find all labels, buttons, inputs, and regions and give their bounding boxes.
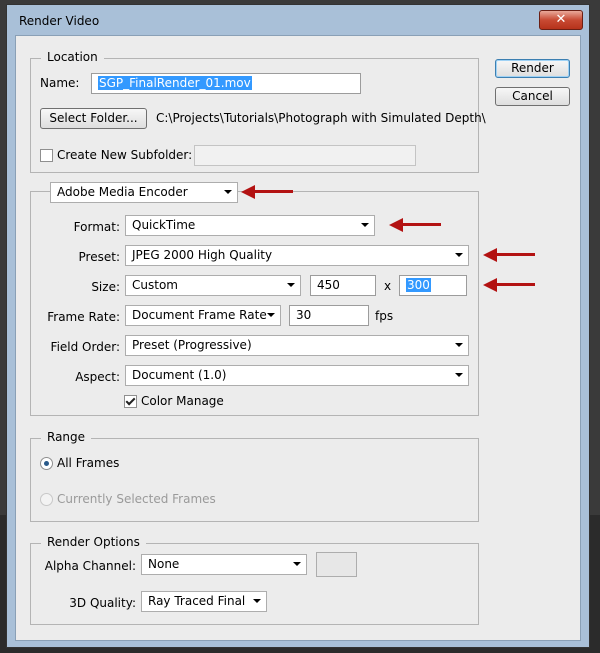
create-subfolder-label: Create New Subfolder: [57, 148, 193, 162]
width-input[interactable]: 450 [310, 275, 376, 296]
size-select[interactable]: Custom [125, 275, 301, 296]
range-group-label: Range [41, 430, 92, 444]
chevron-down-icon [287, 283, 295, 287]
annotation-arrow-size [483, 277, 535, 293]
color-manage-label: Color Manage [141, 394, 224, 408]
close-icon: ✕ [555, 12, 567, 27]
cancel-button[interactable]: Cancel [495, 87, 570, 106]
chevron-down-icon [361, 223, 369, 227]
alpha-channel-value: None [148, 557, 180, 571]
3d-quality-select[interactable]: Ray Traced Final [141, 591, 267, 612]
height-value: 300 [406, 278, 431, 292]
dialog-content: Location Name: SGP_FinalRender_01.mov Se… [15, 35, 581, 641]
chevron-down-icon [267, 313, 275, 317]
name-input[interactable]: SGP_FinalRender_01.mov [91, 73, 361, 94]
aspect-select[interactable]: Document (1.0) [125, 365, 469, 386]
aspect-value: Document (1.0) [132, 368, 227, 382]
folder-path: C:\Projects\Tutorials\Photograph with Si… [156, 111, 486, 125]
alpha-channel-label: Alpha Channel: [44, 559, 136, 573]
annotation-arrow-format [389, 217, 441, 233]
color-manage-checkbox[interactable] [124, 395, 137, 408]
create-subfolder-checkbox[interactable] [40, 149, 53, 162]
chevron-down-icon [455, 253, 463, 257]
size-label: Size: [91, 280, 120, 294]
selected-frames-radio[interactable] [40, 493, 53, 506]
location-group-label: Location [41, 50, 104, 64]
close-button[interactable]: ✕ [539, 10, 583, 30]
frame-rate-label: Frame Rate: [47, 310, 120, 324]
preset-select[interactable]: JPEG 2000 High Quality [125, 245, 469, 266]
field-order-select[interactable]: Preset (Progressive) [125, 335, 469, 356]
encoder-value: Adobe Media Encoder [57, 185, 188, 199]
selected-frames-label: Currently Selected Frames [57, 492, 216, 506]
title-bar[interactable]: Render Video ✕ [7, 5, 589, 35]
3d-quality-value: Ray Traced Final [148, 594, 246, 608]
chevron-down-icon [224, 190, 232, 194]
annotation-arrow-preset [483, 247, 535, 263]
aspect-label: Aspect: [75, 370, 120, 384]
format-label: Format: [73, 220, 120, 234]
encoder-select[interactable]: Adobe Media Encoder [50, 182, 238, 203]
subfolder-input[interactable] [194, 145, 416, 166]
height-input[interactable]: 300 [399, 275, 467, 296]
3d-quality-label: 3D Quality: [69, 596, 136, 610]
frame-rate-select[interactable]: Document Frame Rate [125, 305, 281, 326]
fps-unit: fps [375, 309, 394, 323]
render-button[interactable]: Render [495, 59, 570, 78]
all-frames-label: All Frames [57, 456, 120, 470]
frame-rate-value: Document Frame Rate [132, 308, 267, 322]
annotation-arrow-encoder [241, 184, 293, 200]
format-select[interactable]: QuickTime [125, 215, 375, 236]
matte-color-swatch[interactable] [316, 552, 357, 577]
size-value: Custom [132, 278, 178, 292]
select-folder-button[interactable]: Select Folder... [40, 108, 147, 129]
field-order-label: Field Order: [50, 340, 120, 354]
all-frames-radio[interactable] [40, 457, 53, 470]
dialog-title: Render Video [19, 14, 100, 28]
render-video-dialog: Render Video ✕ Location Name: SGP_FinalR… [6, 4, 590, 648]
format-value: QuickTime [132, 218, 196, 232]
preset-label: Preset: [78, 250, 120, 264]
chevron-down-icon [455, 373, 463, 377]
chevron-down-icon [455, 343, 463, 347]
fps-input[interactable]: 30 [289, 305, 369, 326]
preset-value: JPEG 2000 High Quality [132, 248, 273, 262]
field-order-value: Preset (Progressive) [132, 338, 252, 352]
alpha-channel-select[interactable]: None [141, 554, 307, 575]
name-value: SGP_FinalRender_01.mov [98, 76, 252, 90]
name-label: Name: [40, 76, 80, 90]
chevron-down-icon [253, 599, 261, 603]
size-separator: x [384, 279, 392, 293]
range-group: Range [30, 430, 479, 522]
chevron-down-icon [293, 562, 301, 566]
render-options-group-label: Render Options [41, 535, 146, 549]
